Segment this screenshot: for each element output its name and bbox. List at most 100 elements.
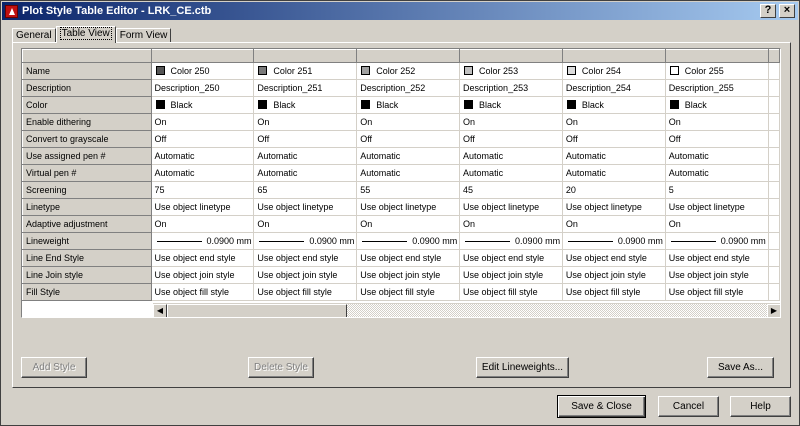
help-button[interactable]: Help — [730, 396, 791, 417]
table-cell[interactable]: On — [665, 113, 769, 131]
table-cell[interactable]: Description_251 — [253, 79, 358, 97]
scroll-thumb[interactable] — [167, 304, 347, 317]
table-cell[interactable]: 0.0900 mm — [151, 232, 255, 250]
tab-general[interactable]: General — [12, 28, 56, 43]
table-cell[interactable]: Use object end style — [356, 249, 461, 267]
table-cell[interactable]: Use object fill style — [562, 283, 666, 301]
table-cell[interactable]: 55 — [356, 181, 461, 199]
tab-table-view[interactable]: Table View — [55, 26, 116, 43]
table-cell[interactable]: On — [562, 215, 666, 233]
column-header[interactable] — [253, 49, 358, 63]
table-cell[interactable]: 20 — [562, 181, 666, 199]
table-cell[interactable]: Use object end style — [459, 249, 563, 267]
table-cell[interactable]: Automatic — [253, 147, 358, 165]
table-cell[interactable]: On — [665, 215, 769, 233]
table-cell[interactable]: 65 — [253, 181, 358, 199]
table-cell[interactable]: Use object end style — [562, 249, 666, 267]
table-cell[interactable]: Automatic — [356, 147, 461, 165]
table-cell[interactable]: Off — [151, 130, 255, 148]
table-cell[interactable]: Automatic — [151, 147, 255, 165]
table-cell[interactable]: Description_254 — [562, 79, 666, 97]
column-header[interactable] — [356, 49, 461, 63]
table-cell[interactable]: 0.0900 mm — [562, 232, 666, 250]
table-cell[interactable]: Automatic — [459, 147, 563, 165]
table-cell[interactable]: On — [253, 215, 358, 233]
table-cell[interactable]: Color 252 — [356, 62, 461, 80]
table-cell[interactable]: Color 251 — [253, 62, 358, 80]
table-cell[interactable]: Use object linetype — [665, 198, 769, 216]
table-cell[interactable]: Off — [459, 130, 563, 148]
close-window-button[interactable]: × — [779, 4, 795, 18]
table-cell[interactable]: Black — [562, 96, 666, 114]
table-cell[interactable]: On — [151, 215, 255, 233]
table-cell[interactable]: Automatic — [253, 164, 358, 182]
table-cell[interactable]: Black — [356, 96, 461, 114]
table-cell[interactable]: Use object join style — [253, 266, 358, 284]
table-cell[interactable]: Use object fill style — [459, 283, 563, 301]
table-cell[interactable]: Use object join style — [151, 266, 255, 284]
table-cell[interactable]: Off — [562, 130, 666, 148]
column-header[interactable] — [150, 49, 255, 63]
table-cell[interactable]: On — [562, 113, 666, 131]
table-cell[interactable]: Use object fill style — [665, 283, 769, 301]
table-cell[interactable]: Description_253 — [459, 79, 563, 97]
table-cell[interactable]: Black — [665, 96, 769, 114]
column-header[interactable] — [664, 49, 769, 63]
table-cell[interactable]: Use object linetype — [356, 198, 461, 216]
table-cell[interactable]: Automatic — [356, 164, 461, 182]
table-cell[interactable]: Automatic — [562, 164, 666, 182]
table-cell[interactable]: On — [151, 113, 255, 131]
table-cell[interactable]: Use object join style — [562, 266, 666, 284]
table-cell[interactable]: Use object fill style — [151, 283, 255, 301]
table-cell[interactable]: Use object join style — [459, 266, 563, 284]
table-cell[interactable]: 0.0900 mm — [665, 232, 769, 250]
table-cell[interactable]: Automatic — [459, 164, 563, 182]
table-cell[interactable]: Black — [151, 96, 255, 114]
table-cell[interactable]: Use object end style — [253, 249, 358, 267]
table-cell[interactable]: Use object fill style — [253, 283, 358, 301]
help-title-button[interactable]: ? — [760, 4, 776, 18]
table-cell[interactable]: Use object linetype — [562, 198, 666, 216]
table-cell[interactable]: On — [356, 215, 461, 233]
table-cell[interactable]: On — [459, 113, 563, 131]
table-cell[interactable]: 0.0900 mm — [356, 232, 461, 250]
table-cell[interactable]: 75 — [151, 181, 255, 199]
table-cell[interactable]: Use object linetype — [151, 198, 255, 216]
table-cell[interactable]: Color 253 — [459, 62, 563, 80]
table-cell[interactable]: Color 255 — [665, 62, 769, 80]
table-cell[interactable]: On — [356, 113, 461, 131]
column-header[interactable] — [561, 49, 666, 63]
cancel-button[interactable]: Cancel — [658, 396, 719, 417]
tab-form-view[interactable]: Form View — [115, 28, 172, 43]
table-cell[interactable]: Use object join style — [665, 266, 769, 284]
save-close-button[interactable]: Save & Close — [557, 395, 646, 418]
table-cell[interactable]: Off — [356, 130, 461, 148]
column-header[interactable] — [459, 49, 563, 63]
table-cell[interactable]: On — [253, 113, 358, 131]
delete-style-button[interactable]: Delete Style — [248, 357, 314, 378]
table-cell[interactable]: Use object join style — [356, 266, 461, 284]
table-cell[interactable]: Off — [253, 130, 358, 148]
table-cell[interactable]: Use object fill style — [356, 283, 461, 301]
scroll-left-button[interactable]: ◀ — [153, 304, 167, 317]
table-cell[interactable]: Use object end style — [665, 249, 769, 267]
table-cell[interactable]: Color 250 — [151, 62, 255, 80]
table-cell[interactable]: Off — [665, 130, 769, 148]
table-cell[interactable]: Use object end style — [151, 249, 255, 267]
table-cell[interactable]: 5 — [665, 181, 769, 199]
table-cell[interactable]: Description_255 — [665, 79, 769, 97]
table-cell[interactable]: 45 — [459, 181, 563, 199]
save-as-button[interactable]: Save As... — [707, 357, 774, 378]
table-cell[interactable]: 0.0900 mm — [459, 232, 563, 250]
table-cell[interactable]: Black — [253, 96, 358, 114]
table-cell[interactable]: Black — [459, 96, 563, 114]
add-style-button[interactable]: Add Style — [21, 357, 87, 378]
table-cell[interactable]: Description_252 — [356, 79, 461, 97]
table-cell[interactable]: Description_250 — [151, 79, 255, 97]
table-cell[interactable]: Automatic — [665, 164, 769, 182]
table-cell[interactable]: Automatic — [665, 147, 769, 165]
table-cell[interactable]: Use object linetype — [253, 198, 358, 216]
title-bar[interactable]: Plot Style Table Editor - LRK_CE.ctb ? × — [2, 2, 798, 20]
scroll-right-button[interactable]: ▶ — [767, 304, 780, 317]
horizontal-scrollbar[interactable]: ◀ ▶ — [153, 303, 780, 317]
